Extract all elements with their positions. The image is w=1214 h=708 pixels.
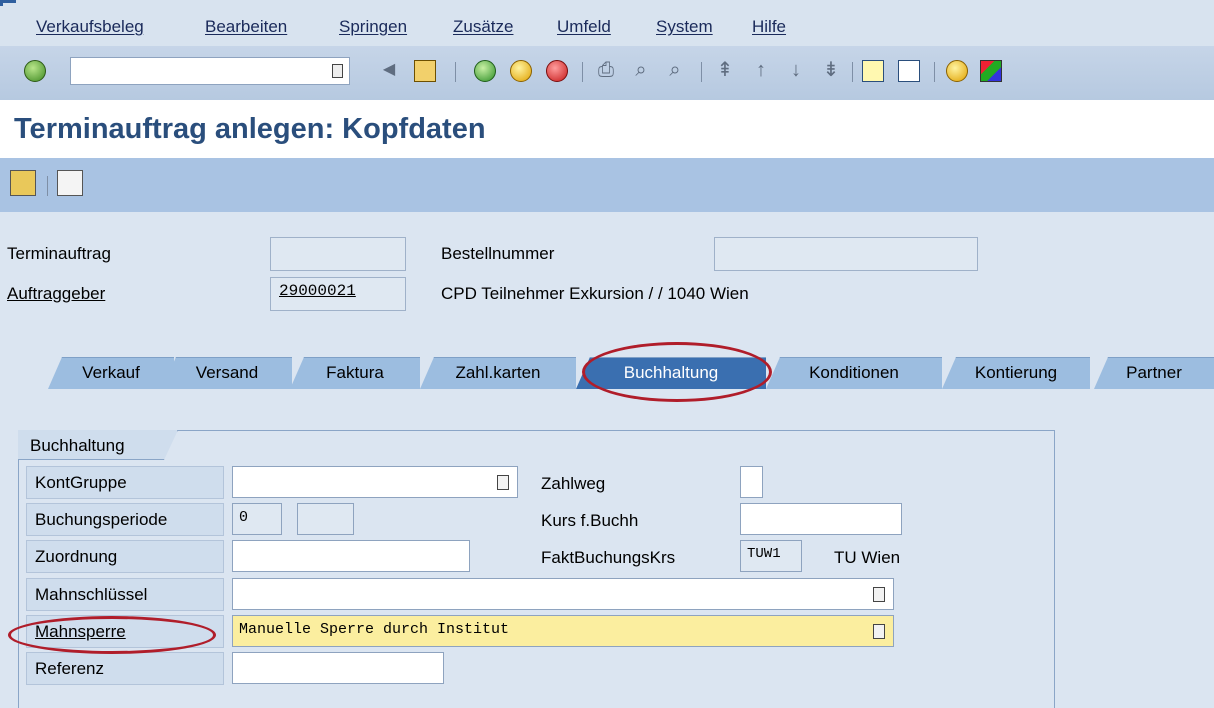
menu-umfeld[interactable]: Umfeld: [557, 17, 611, 37]
help-icon[interactable]: [946, 60, 968, 82]
toolbar-separator: [701, 62, 702, 82]
kontgruppe-field[interactable]: [232, 466, 518, 498]
menu-hilfe[interactable]: Hilfe: [752, 17, 786, 37]
dropdown-icon[interactable]: [873, 624, 885, 639]
kurs-label: Kurs f.Buchh: [541, 511, 639, 530]
tab-konditionen[interactable]: Konditionen: [766, 357, 942, 389]
mahnschluessel-label: Mahnschlüssel: [26, 578, 224, 611]
terminauftrag-label: Terminauftrag: [7, 244, 111, 263]
exit-icon[interactable]: [510, 60, 532, 82]
previous-page-icon[interactable]: ↑: [750, 58, 772, 82]
menu-verkaufsbeleg[interactable]: Verkaufsbeleg: [36, 17, 144, 37]
buchungsperiode-field-2[interactable]: [297, 503, 354, 535]
menu-bearbeiten[interactable]: Bearbeiten: [205, 17, 287, 37]
print-icon[interactable]: ⎙: [595, 58, 617, 82]
tab-kontierung[interactable]: Kontierung: [942, 357, 1090, 389]
first-page-icon[interactable]: ⇞: [714, 58, 736, 82]
toolbar-separator: [47, 176, 48, 196]
window-corner-marker: [0, 0, 16, 6]
buchungsperiode-field[interactable]: 0: [232, 503, 282, 535]
zahlweg-field[interactable]: [740, 466, 763, 498]
title-area: Terminauftrag anlegen: Kopfdaten: [0, 100, 1214, 158]
dropdown-icon[interactable]: [873, 587, 885, 602]
next-page-icon[interactable]: ↓: [785, 58, 807, 82]
menu-zusaetze[interactable]: Zusätze: [453, 17, 513, 37]
zuordnung-label: Zuordnung: [26, 540, 224, 573]
dropdown-icon[interactable]: [332, 64, 343, 78]
mahnsperre-field[interactable]: Manuelle Sperre durch Institut: [232, 615, 894, 647]
zuordnung-field[interactable]: [232, 540, 470, 572]
kontgruppe-label: KontGruppe: [26, 466, 224, 499]
toolbar-separator: [455, 62, 456, 82]
faktbuchungskrs-description: TU Wien: [834, 548, 901, 567]
toolbar-separator: [934, 62, 935, 82]
zahlweg-label: Zahlweg: [541, 474, 606, 493]
find-next-icon[interactable]: ⌕: [664, 58, 686, 82]
page-title: Terminauftrag anlegen: Kopfdaten: [14, 113, 486, 145]
tab-zahlkarten[interactable]: Zahl.karten: [420, 357, 576, 389]
find-icon[interactable]: ⌕: [630, 58, 652, 82]
command-input[interactable]: [71, 58, 311, 84]
tab-verkauf[interactable]: Verkauf: [48, 357, 174, 389]
toolbar-separator: [852, 62, 853, 82]
tab-buchhaltung[interactable]: Buchhaltung: [576, 357, 766, 389]
tab-faktura[interactable]: Faktura: [290, 357, 420, 389]
menu-bar: Verkaufsbeleg Bearbeiten Springen Zusätz…: [0, 0, 1214, 46]
tab-versand[interactable]: Versand: [162, 357, 292, 389]
green-back-icon[interactable]: [474, 60, 496, 82]
bestellnummer-label: Bestellnummer: [441, 244, 555, 263]
cancel-icon[interactable]: [546, 60, 568, 82]
buchungsperiode-label: Buchungsperiode: [26, 503, 224, 536]
create-session-icon[interactable]: [862, 60, 884, 82]
last-page-icon[interactable]: ⇟: [820, 58, 842, 82]
mahnsperre-label[interactable]: Mahnsperre: [26, 615, 224, 648]
mahnschluessel-field[interactable]: [232, 578, 894, 610]
save-icon[interactable]: [414, 60, 436, 82]
document-flow-icon[interactable]: [57, 170, 83, 196]
application-toolbar: [0, 158, 1214, 212]
auftraggeber-label[interactable]: Auftraggeber: [7, 284, 105, 304]
system-toolbar: ◀ ⎙ ⌕ ⌕ ⇞ ↑ ↓ ⇟: [0, 46, 1214, 100]
ok-icon[interactable]: [24, 60, 46, 82]
bestellnummer-field[interactable]: [714, 237, 978, 271]
back-arrow-icon[interactable]: ◀: [378, 58, 400, 82]
menu-system[interactable]: System: [656, 17, 713, 37]
tab-partner[interactable]: Partner: [1094, 357, 1214, 389]
auftraggeber-description: CPD Teilnehmer Exkursion / / 1040 Wien: [441, 284, 749, 303]
dropdown-icon[interactable]: [497, 475, 509, 490]
auftraggeber-field[interactable]: 29000021: [270, 277, 406, 311]
faktbuchungskrs-label: FaktBuchungsKrs: [541, 548, 676, 567]
kurs-field[interactable]: [740, 503, 902, 535]
referenz-field[interactable]: [232, 652, 444, 684]
mahnsperre-value: Manuelle Sperre durch Institut: [239, 621, 510, 638]
display-partner-icon[interactable]: [10, 170, 36, 196]
menu-springen[interactable]: Springen: [339, 17, 407, 37]
terminauftrag-field[interactable]: [270, 237, 406, 271]
command-field[interactable]: [70, 57, 350, 85]
group-title: Buchhaltung: [30, 436, 125, 455]
shortcut-icon[interactable]: [898, 60, 920, 82]
layout-icon[interactable]: [980, 60, 1002, 82]
faktbuchungskrs-field[interactable]: TUW1: [740, 540, 802, 572]
referenz-label: Referenz: [26, 652, 224, 685]
toolbar-separator: [582, 62, 583, 82]
